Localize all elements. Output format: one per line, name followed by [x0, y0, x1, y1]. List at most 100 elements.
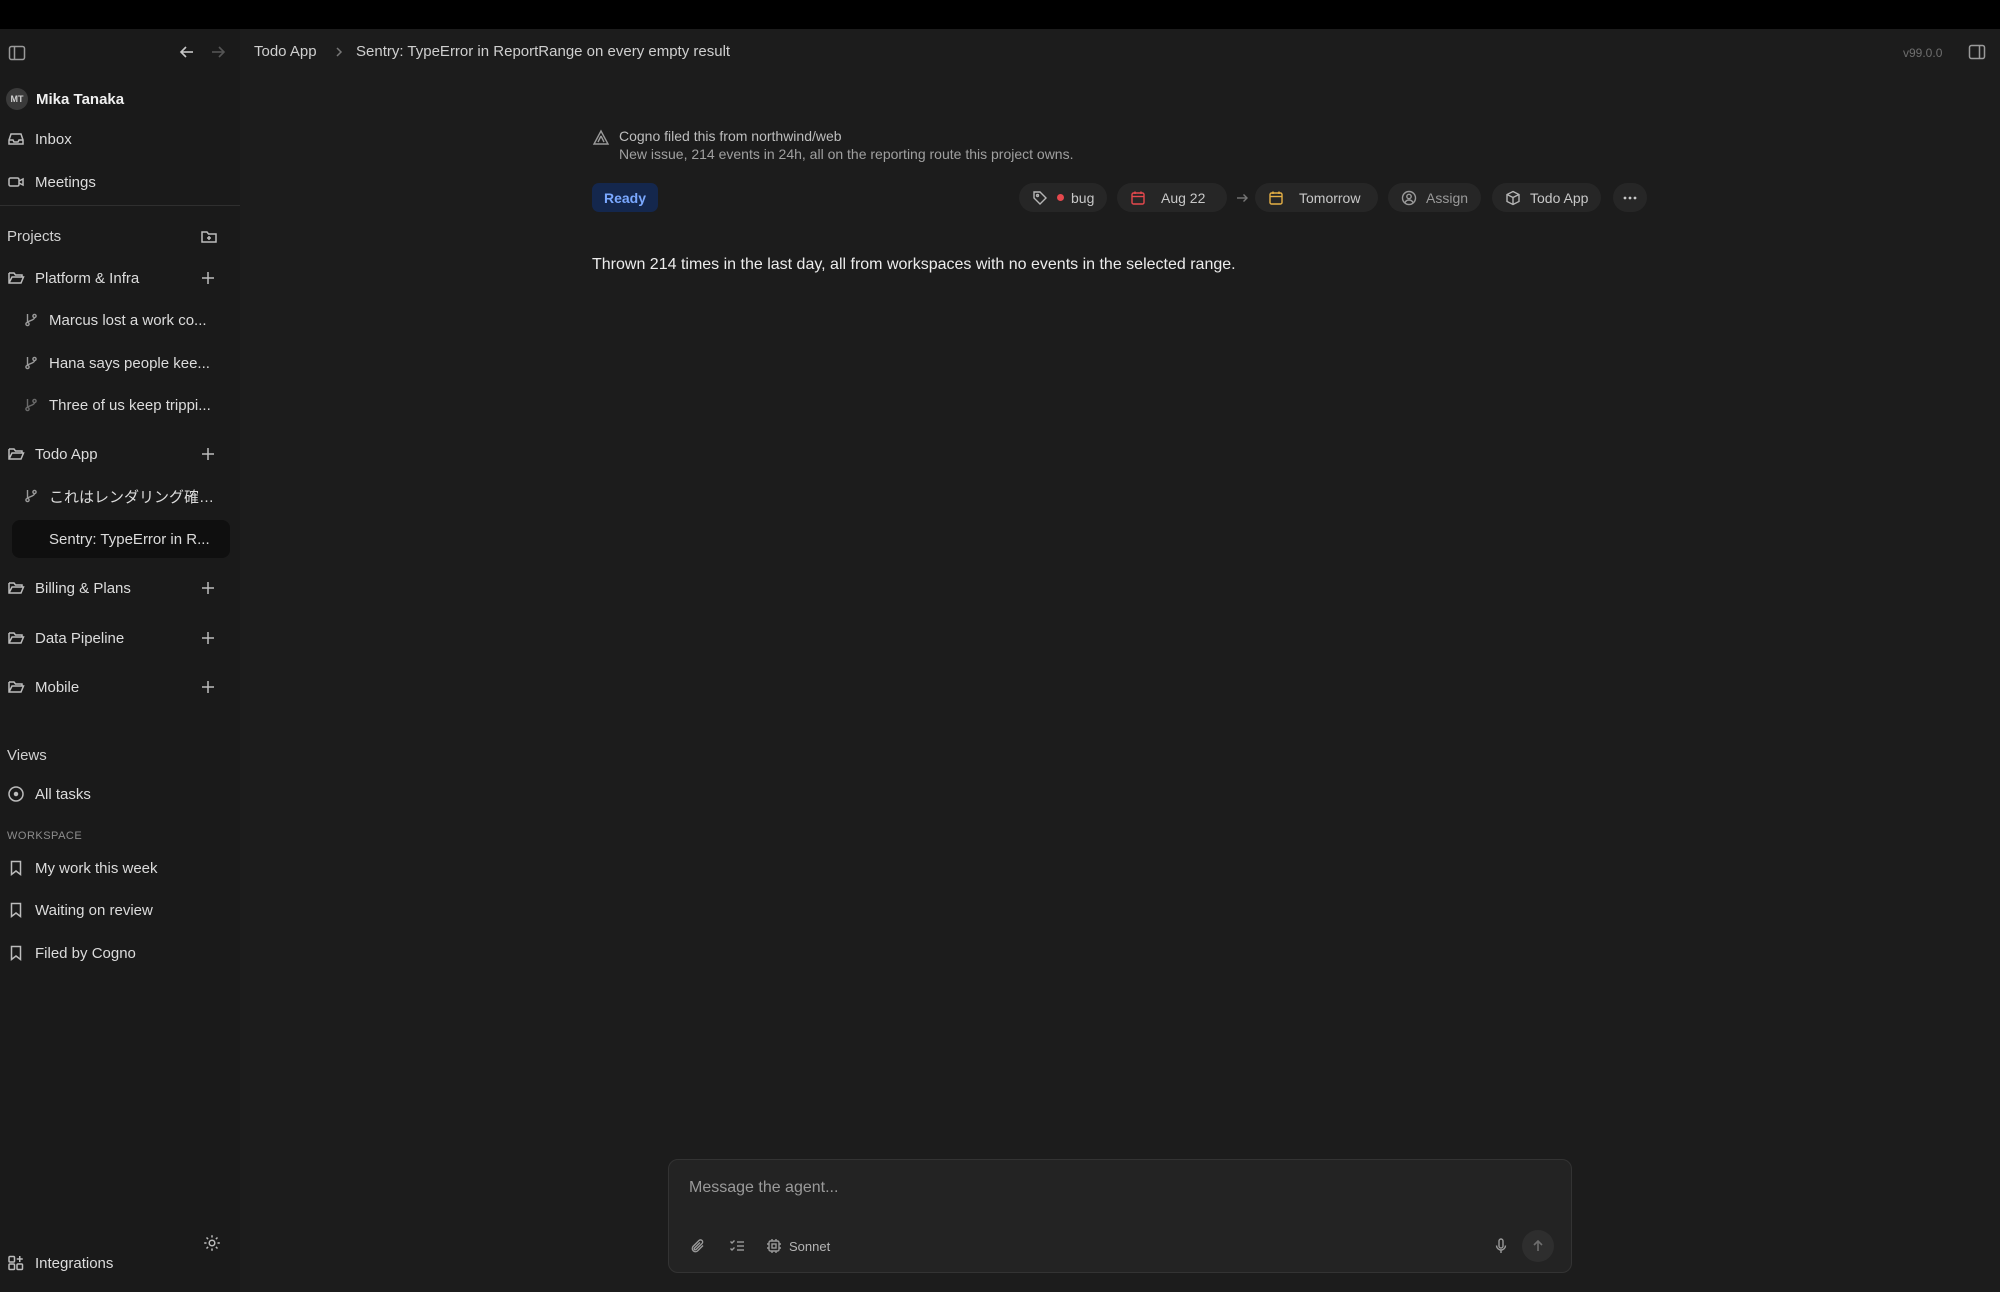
- bookmark-icon: [7, 901, 25, 919]
- task-item[interactable]: Marcus lost a work co...: [0, 303, 240, 337]
- checklist-icon[interactable]: [728, 1237, 746, 1255]
- view-all-tasks[interactable]: All tasks: [0, 777, 240, 811]
- task-title: Sentry: TypeError in R...: [49, 530, 210, 548]
- add-task-plus-icon[interactable]: [199, 579, 217, 597]
- folder-icon: [7, 678, 25, 696]
- task-item-active[interactable]: Sentry: TypeError in R...: [12, 520, 230, 558]
- task-title: Hana says people kee...: [49, 354, 210, 372]
- project-platform-infra[interactable]: Platform & Infra: [0, 261, 240, 295]
- project-name: Todo App: [35, 445, 98, 463]
- project-data-pipeline[interactable]: Data Pipeline: [0, 621, 240, 655]
- arrow-up-icon: [1531, 1239, 1545, 1253]
- bookmark-icon: [7, 944, 25, 962]
- filed-detail-text: New issue, 214 events in 24h, all on the…: [619, 146, 1074, 162]
- add-task-plus-icon[interactable]: [199, 629, 217, 647]
- view-label: All tasks: [35, 785, 91, 803]
- view-filed-by-cogno[interactable]: Filed by Cogno: [0, 936, 240, 970]
- video-camera-icon: [7, 173, 25, 191]
- integrations-link[interactable]: Integrations: [0, 1246, 190, 1280]
- task-title: Three of us keep trippi...: [49, 396, 211, 414]
- add-task-plus-icon[interactable]: [199, 445, 217, 463]
- project-name: Data Pipeline: [35, 629, 125, 647]
- agent-logo-icon: [592, 129, 610, 147]
- git-branch-icon: [23, 488, 39, 504]
- arrow-right-icon: [1235, 191, 1249, 205]
- project-text: Todo App: [1530, 189, 1589, 206]
- new-project-folder-icon[interactable]: [200, 227, 218, 245]
- git-branch-icon: [23, 312, 39, 328]
- circle-dot-icon: [7, 785, 25, 803]
- microphone-icon[interactable]: [1492, 1237, 1510, 1255]
- status-badge[interactable]: Ready: [592, 183, 659, 212]
- view-label: Waiting on review: [35, 901, 153, 919]
- view-label: My work this week: [35, 859, 158, 877]
- project-name: Mobile: [35, 678, 80, 696]
- message-input[interactable]: [689, 1174, 1549, 1202]
- calendar-icon: [1130, 190, 1146, 206]
- sidebar-toggle-icon[interactable]: [7, 43, 27, 63]
- workspace-heading: WORKSPACE: [7, 830, 83, 842]
- paperclip-icon[interactable]: [689, 1237, 707, 1255]
- settings-gear-icon[interactable]: [202, 1233, 222, 1253]
- assign-text: Assign: [1426, 189, 1469, 206]
- integrations-label: Integrations: [35, 1254, 114, 1272]
- window-top-strip: [0, 0, 2000, 29]
- tag-icon: [1032, 190, 1048, 206]
- ellipsis-icon: [1622, 190, 1638, 206]
- chevron-right-icon: [332, 45, 346, 59]
- user-row[interactable]: MT Mika Tanaka: [0, 82, 240, 116]
- git-branch-icon: [23, 355, 39, 371]
- task-item[interactable]: これはレンダリング確認...: [0, 479, 240, 513]
- projects-heading: Projects: [7, 228, 62, 245]
- forward-arrow-icon[interactable]: [209, 43, 227, 61]
- git-branch-icon: [23, 397, 39, 413]
- folder-icon: [7, 629, 25, 647]
- sidebar-item-inbox[interactable]: Inbox: [0, 122, 240, 156]
- breadcrumb-issue: Sentry: TypeError in ReportRange on ever…: [356, 43, 731, 60]
- breadcrumb-project[interactable]: Todo App: [254, 43, 317, 60]
- send-button[interactable]: [1522, 1230, 1554, 1262]
- view-label: Filed by Cogno: [35, 944, 136, 962]
- folder-open-icon: [7, 269, 25, 287]
- grid-plus-icon: [7, 1254, 25, 1272]
- assign-chip[interactable]: Assign: [1388, 183, 1482, 212]
- user-name: Mika Tanaka: [36, 90, 125, 108]
- project-billing-plans[interactable]: Billing & Plans: [0, 571, 240, 605]
- task-item[interactable]: Three of us keep trippi...: [0, 388, 240, 422]
- bookmark-icon: [7, 859, 25, 877]
- start-date-chip[interactable]: Aug 22: [1117, 183, 1228, 212]
- project-name: Billing & Plans: [35, 579, 131, 597]
- message-composer: Sonnet: [668, 1159, 1572, 1273]
- sidebar: MT Mika Tanaka Inbox Meetings Projects P…: [0, 29, 240, 1292]
- add-task-plus-icon[interactable]: [199, 678, 217, 696]
- label-chip[interactable]: bug: [1019, 183, 1108, 212]
- cube-icon: [1505, 190, 1521, 206]
- view-my-work-this-week[interactable]: My work this week: [0, 851, 240, 885]
- label-text: bug: [1071, 189, 1095, 206]
- add-task-plus-icon[interactable]: [199, 269, 217, 287]
- folder-open-icon: [7, 445, 25, 463]
- task-title: これはレンダリング確認...: [49, 488, 219, 506]
- due-date-chip[interactable]: Tomorrow: [1255, 183, 1379, 212]
- issue-description: Thrown 214 times in the last day, all fr…: [592, 256, 1236, 273]
- task-title: Marcus lost a work co...: [49, 311, 207, 329]
- sidebar-item-meetings[interactable]: Meetings: [0, 165, 240, 199]
- chip-icon[interactable]: [766, 1238, 782, 1254]
- start-date-text: Aug 22: [1161, 189, 1206, 206]
- project-mobile[interactable]: Mobile: [0, 670, 240, 704]
- project-todo-app[interactable]: Todo App: [0, 437, 240, 471]
- bug-dot: [1057, 194, 1064, 201]
- filed-by-text: Cogno filed this from northwind/web: [619, 128, 842, 144]
- inbox-icon: [7, 130, 25, 148]
- views-heading: Views: [7, 747, 47, 764]
- model-selector[interactable]: Sonnet: [789, 1239, 830, 1254]
- project-chip[interactable]: Todo App: [1492, 183, 1602, 212]
- task-item[interactable]: Hana says people kee...: [0, 346, 240, 380]
- back-arrow-icon[interactable]: [178, 43, 196, 61]
- sidebar-item-label: Inbox: [35, 130, 72, 148]
- view-waiting-on-review[interactable]: Waiting on review: [0, 893, 240, 927]
- right-panel-toggle-icon[interactable]: [1967, 42, 1987, 62]
- more-options-button[interactable]: [1613, 183, 1647, 212]
- project-name: Platform & Infra: [35, 269, 140, 287]
- due-date-text: Tomorrow: [1299, 189, 1361, 206]
